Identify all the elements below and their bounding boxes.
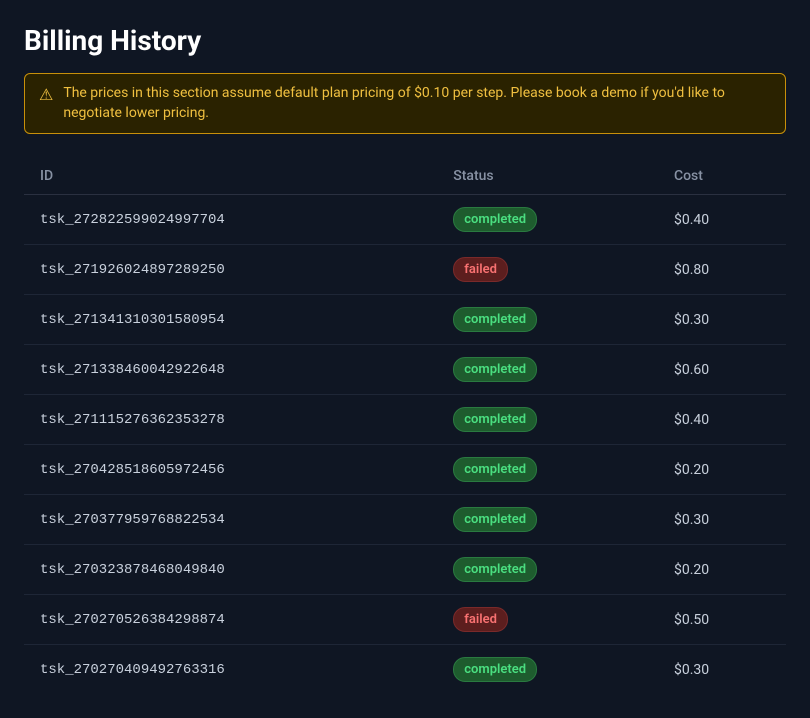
cell-status: completed (437, 295, 658, 345)
table-row: tsk_270323878468049840 completed $0.20 (24, 545, 786, 595)
status-badge: completed (453, 307, 537, 332)
column-header-id: ID (24, 158, 437, 195)
cell-id: tsk_270270526384298874 (24, 595, 437, 645)
cell-status: completed (437, 195, 658, 245)
cell-status: completed (437, 545, 658, 595)
column-header-cost: Cost (658, 158, 786, 195)
table-body: tsk_272822599024997704completed$0.40tsk_… (24, 195, 786, 695)
cell-cost: $0.50 (658, 595, 786, 645)
status-badge: failed (453, 607, 508, 632)
cell-cost: $0.40 (658, 395, 786, 445)
billing-table: ID Status Cost tsk_272822599024997704com… (24, 158, 786, 694)
table-header-row: ID Status Cost (24, 158, 786, 195)
table-header: ID Status Cost (24, 158, 786, 195)
cell-id: tsk_271338460042922648 (24, 345, 437, 395)
table-row: tsk_272822599024997704 completed $0.40 (24, 195, 786, 245)
cell-id: tsk_270377959768822534 (24, 495, 437, 545)
notice-text: The prices in this section assume defaul… (63, 84, 771, 123)
cell-status: completed (437, 645, 658, 695)
table-row: tsk_270428518605972456 completed $0.20 (24, 445, 786, 495)
cell-cost: $0.80 (658, 245, 786, 295)
cell-status: completed (437, 495, 658, 545)
status-badge: completed (453, 207, 537, 232)
cell-id: tsk_271341310301580954 (24, 295, 437, 345)
cell-id: tsk_270428518605972456 (24, 445, 437, 495)
cell-status: completed (437, 395, 658, 445)
status-badge: completed (453, 507, 537, 532)
status-badge: completed (453, 557, 537, 582)
table-row: tsk_270270409492763316 completed $0.30 (24, 645, 786, 695)
status-badge: completed (453, 407, 537, 432)
cell-status: failed (437, 245, 658, 295)
cell-cost: $0.30 (658, 645, 786, 695)
table-row: tsk_271926024897289250 failed $0.80 (24, 245, 786, 295)
table-row: tsk_270377959768822534 completed $0.30 (24, 495, 786, 545)
table-row: tsk_271338460042922648 completed $0.60 (24, 345, 786, 395)
cell-id: tsk_271115276362353278 (24, 395, 437, 445)
cell-status: completed (437, 345, 658, 395)
status-badge: completed (453, 457, 537, 482)
cell-status: completed (437, 445, 658, 495)
status-badge: completed (453, 657, 537, 682)
page-title: Billing History (24, 24, 786, 57)
cell-cost: $0.30 (658, 495, 786, 545)
cell-cost: $0.20 (658, 445, 786, 495)
cell-cost: $0.20 (658, 545, 786, 595)
cell-status: failed (437, 595, 658, 645)
cell-id: tsk_270323878468049840 (24, 545, 437, 595)
warning-icon: ⚠ (39, 85, 53, 104)
cell-id: tsk_270270409492763316 (24, 645, 437, 695)
status-badge: completed (453, 357, 537, 382)
column-header-status: Status (437, 158, 658, 195)
cell-cost: $0.40 (658, 195, 786, 245)
notice-banner: ⚠ The prices in this section assume defa… (24, 73, 786, 134)
cell-cost: $0.30 (658, 295, 786, 345)
table-row: tsk_271341310301580954 completed $0.30 (24, 295, 786, 345)
table-row: tsk_270270526384298874 failed $0.50 (24, 595, 786, 645)
table-row: tsk_271115276362353278 completed $0.40 (24, 395, 786, 445)
cell-cost: $0.60 (658, 345, 786, 395)
cell-id: tsk_272822599024997704 (24, 195, 437, 245)
cell-id: tsk_271926024897289250 (24, 245, 437, 295)
status-badge: failed (453, 257, 508, 282)
